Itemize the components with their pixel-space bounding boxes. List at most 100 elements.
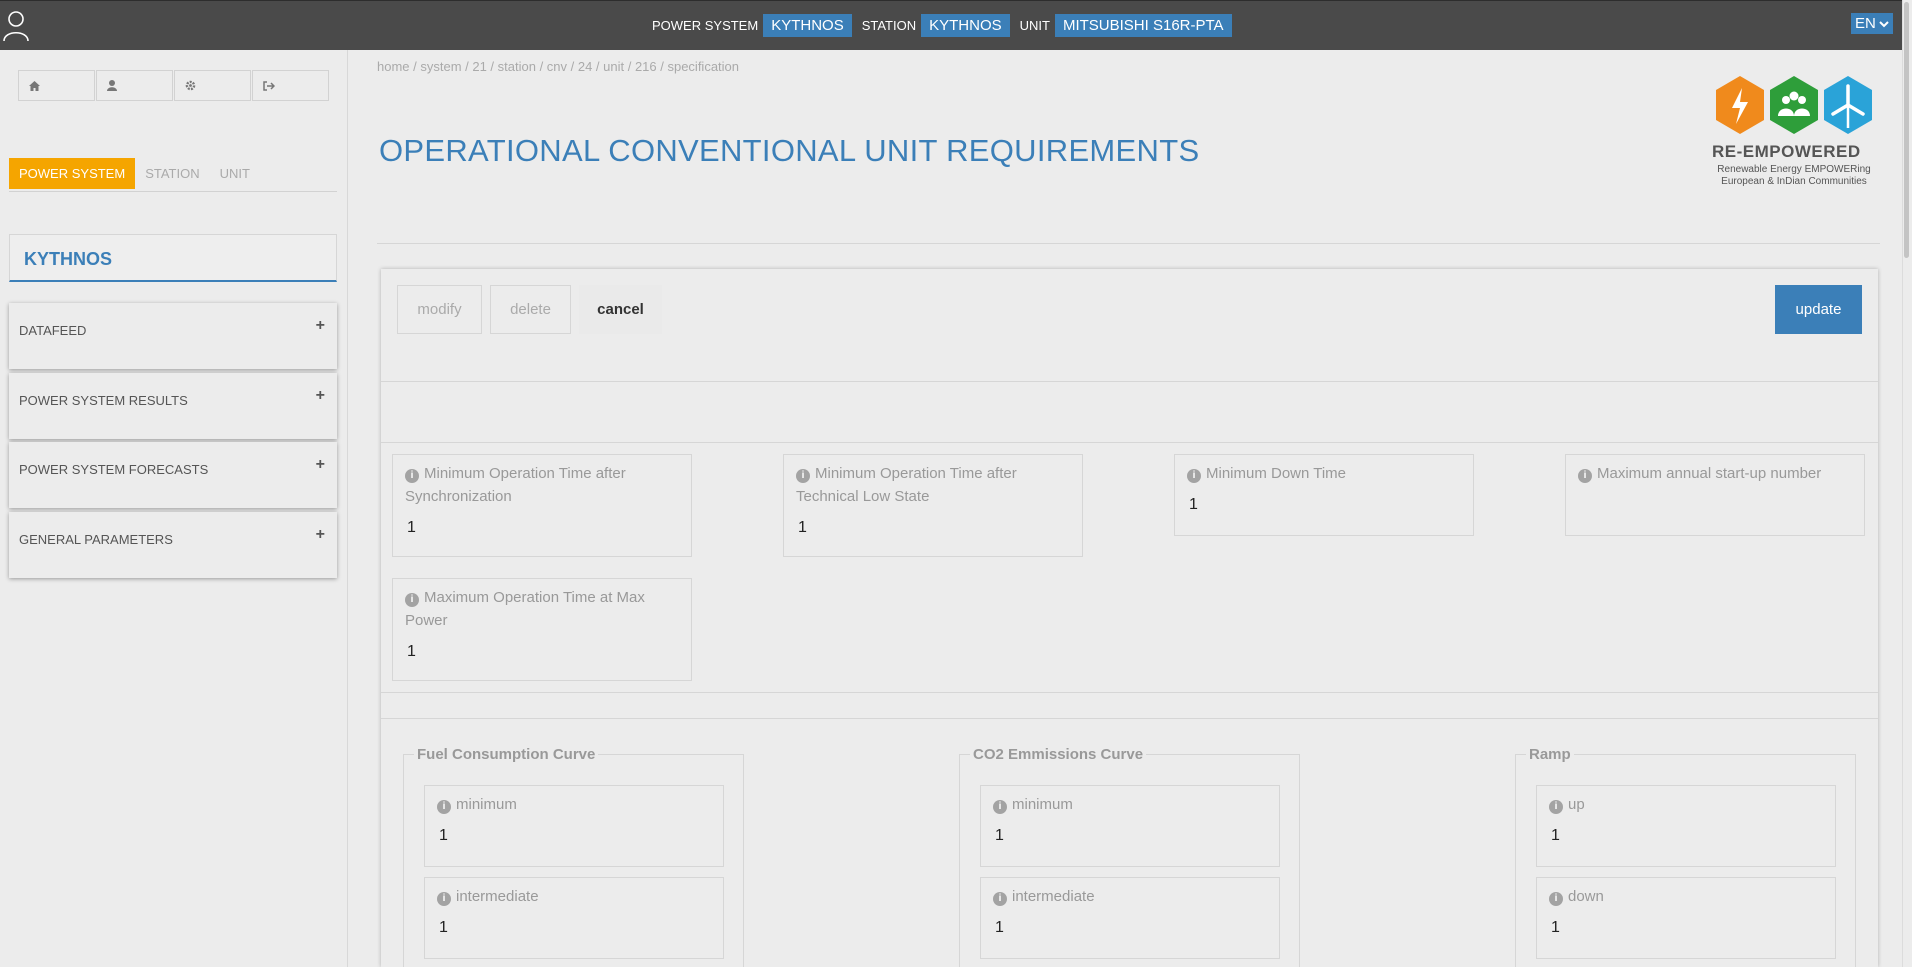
field-label: i up	[1549, 793, 1827, 816]
chevron-down-icon	[1879, 20, 1889, 27]
group-legend: Fuel Consumption Curve	[414, 746, 599, 763]
min-op-time-low-state-field[interactable]: i Minimum Operation Time after Technical …	[783, 454, 1083, 557]
field-value[interactable]: 1	[995, 827, 1004, 845]
fuel-consumption-group: Fuel Consumption Curve i minimum 1 i inter…	[403, 746, 744, 967]
station-value[interactable]: KYTHNOS	[921, 14, 1010, 37]
sidebar: POWER SYSTEM STATION UNIT KYTHNOS DATAFE…	[0, 50, 348, 967]
ramp-up-field[interactable]: i up 1	[1536, 785, 1836, 867]
info-icon[interactable]: i	[1549, 800, 1563, 814]
field-label: i intermediate	[437, 885, 715, 908]
field-value[interactable]: 1	[439, 919, 448, 937]
unit-label: UNIT	[1019, 18, 1050, 33]
field-label: i down	[1549, 885, 1827, 908]
scrollbar-thumb[interactable]	[1904, 2, 1909, 258]
cog-icon	[185, 80, 196, 91]
field-value[interactable]: 1	[1551, 919, 1560, 937]
field-value[interactable]: 1	[439, 827, 448, 845]
field-label: i Minimum Operation Time after Synchroniz…	[405, 465, 626, 505]
field-value[interactable]: 1	[1551, 827, 1560, 845]
delete-button[interactable]: delete	[490, 285, 571, 334]
info-icon[interactable]: i	[437, 892, 451, 906]
power-system-value[interactable]: KYTHNOS	[763, 14, 852, 37]
tab-unit[interactable]: UNIT	[210, 158, 260, 189]
info-icon[interactable]: i	[437, 800, 451, 814]
panel-title: POWER SYSTEM RESULTS	[19, 393, 188, 408]
project-logo: RE-EMPOWERED Renewable Energy EMPOWERing…	[1702, 74, 1892, 194]
plus-icon: +	[315, 387, 325, 404]
field-label: i Minimum Operation Time after Technical …	[796, 465, 1017, 505]
field-value[interactable]: 1	[407, 519, 416, 537]
tab-station[interactable]: STATION	[135, 158, 209, 189]
field-label: i Maximum annual start-up number	[1578, 462, 1856, 485]
logo-hexagons	[1716, 76, 1872, 134]
ramp-down-field[interactable]: i down 1	[1536, 877, 1836, 959]
page-title: OPERATIONAL CONVENTIONAL UNIT REQUIREMEN…	[379, 133, 1200, 168]
update-button[interactable]: update	[1775, 285, 1862, 334]
language-select[interactable]: EN	[1851, 13, 1893, 34]
top-bar: POWER SYSTEM KYTHNOS STATION KYTHNOS UNI…	[0, 0, 1902, 50]
level-tabs: POWER SYSTEM STATION UNIT	[9, 158, 337, 192]
tab-power-system[interactable]: POWER SYSTEM	[9, 158, 136, 189]
divider	[381, 692, 1878, 693]
field-label: i Maximum Operation Time at Max Power	[405, 589, 645, 629]
unit-value[interactable]: MITSUBISHI S16R-PTA	[1054, 14, 1232, 37]
language-value: EN	[1855, 15, 1876, 32]
field-value[interactable]: 1	[1189, 496, 1198, 514]
min-down-time-field[interactable]: i Minimum Down Time 1	[1174, 454, 1474, 536]
logo-tagline: Renewable Energy EMPOWERing European & In…	[1717, 164, 1871, 187]
field-label: i minimum	[993, 793, 1271, 816]
cancel-button[interactable]: cancel	[579, 285, 662, 334]
panel-datafeed[interactable]: DATAFEED +	[9, 303, 337, 369]
sidebar-icon-buttons	[18, 70, 330, 101]
breadcrumb[interactable]: home / system / 21 / station / cnv / 24 …	[377, 59, 739, 74]
home-button[interactable]	[18, 70, 95, 101]
system-name-box: KYTHNOS	[9, 234, 337, 282]
user-icon	[107, 80, 117, 91]
field-value[interactable]: 1	[995, 919, 1004, 937]
field-label: i intermediate	[993, 885, 1271, 908]
divider	[377, 243, 1880, 244]
info-icon[interactable]: i	[1578, 469, 1592, 483]
panel-title: POWER SYSTEM FORECASTS	[19, 462, 209, 477]
info-icon[interactable]: i	[993, 892, 1007, 906]
context-breadcrumb: POWER SYSTEM KYTHNOS STATION KYTHNOS UNI…	[652, 14, 1242, 37]
group-legend: CO2 Emmissions Curve	[970, 746, 1147, 763]
info-icon[interactable]: i	[993, 800, 1007, 814]
power-system-label: POWER SYSTEM	[652, 18, 759, 33]
home-icon	[29, 80, 40, 91]
field-label: i minimum	[437, 793, 715, 816]
specification-form: modify delete cancel update i Minimum Ope…	[381, 269, 1878, 967]
user-icon[interactable]	[2, 10, 30, 42]
divider	[381, 381, 1878, 382]
divider	[381, 718, 1878, 719]
max-op-time-max-power-field[interactable]: i Maximum Operation Time at Max Power 1	[392, 578, 692, 681]
profile-button[interactable]	[96, 70, 173, 101]
co2-minimum-field[interactable]: i minimum 1	[980, 785, 1280, 867]
co2-intermediate-field[interactable]: i intermediate 1	[980, 877, 1280, 959]
info-icon[interactable]: i	[796, 469, 810, 483]
fuel-minimum-field[interactable]: i minimum 1	[424, 785, 724, 867]
field-value[interactable]: 1	[798, 519, 807, 537]
info-icon[interactable]: i	[1549, 892, 1563, 906]
fuel-intermediate-field[interactable]: i intermediate 1	[424, 877, 724, 959]
system-name: KYTHNOS	[24, 249, 113, 269]
sign-out-icon	[263, 80, 275, 91]
panel-power-system-forecasts[interactable]: POWER SYSTEM FORECASTS +	[9, 442, 337, 508]
max-startup-number-field[interactable]: i Maximum annual start-up number	[1565, 454, 1865, 536]
info-icon[interactable]: i	[405, 593, 419, 607]
panel-title: GENERAL PARAMETERS	[19, 532, 173, 547]
plus-icon: +	[315, 456, 325, 473]
min-op-time-sync-field[interactable]: i Minimum Operation Time after Synchroniz…	[392, 454, 692, 557]
plus-icon: +	[315, 526, 325, 543]
panel-power-system-results[interactable]: POWER SYSTEM RESULTS +	[9, 373, 337, 439]
logout-button[interactable]	[252, 70, 329, 101]
info-icon[interactable]: i	[1187, 469, 1201, 483]
settings-button[interactable]	[174, 70, 251, 101]
panel-title: DATAFEED	[19, 323, 87, 338]
field-value[interactable]: 1	[407, 643, 416, 661]
station-label: STATION	[861, 18, 917, 33]
info-icon[interactable]: i	[405, 469, 419, 483]
co2-emissions-group: CO2 Emmissions Curve i minimum 1 i interme…	[959, 746, 1300, 967]
panel-general-parameters[interactable]: GENERAL PARAMETERS +	[9, 512, 337, 578]
modify-button[interactable]: modify	[397, 285, 482, 334]
